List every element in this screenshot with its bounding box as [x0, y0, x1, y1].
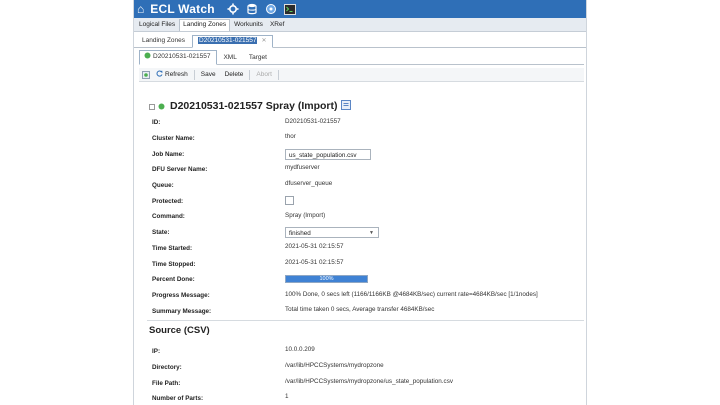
expand-icon[interactable]	[149, 97, 155, 115]
toolbar-divider	[277, 69, 279, 80]
job-name-input[interactable]: us_state_population.csv	[285, 149, 371, 160]
cluster-label: Cluster Name:	[152, 135, 195, 142]
progress-text: 100%	[319, 276, 334, 282]
status-ok-icon	[158, 97, 165, 115]
toolbar-divider	[193, 69, 195, 80]
title-row: D20210531-021557 Spray (Import)	[149, 97, 351, 115]
state-select[interactable]: finished ▼	[285, 227, 379, 238]
ip-label: IP:	[152, 348, 161, 355]
directory-label: Directory:	[152, 364, 182, 371]
close-icon[interactable]: ✕	[261, 38, 266, 44]
summary-message-value: Total time taken 0 secs, Average transfe…	[285, 306, 435, 313]
time-started-label: Time Started:	[152, 245, 193, 252]
status-ok-icon	[144, 52, 151, 62]
network-icon[interactable]	[265, 3, 278, 16]
toolbar-divider	[249, 69, 251, 80]
command-label: Command:	[152, 213, 185, 220]
gear-icon[interactable]	[227, 3, 240, 16]
database-icon[interactable]	[246, 3, 259, 16]
protected-checkbox[interactable]	[285, 196, 294, 205]
tab-workunit[interactable]: D20210531-021557 ✕	[192, 35, 273, 48]
page-title: D20210531-021557 Spray (Import)	[170, 100, 338, 112]
tab-summary[interactable]: D20210531-021557	[139, 50, 218, 65]
progress-message-value: 100% Done, 0 secs left (1166/1166KB @468…	[285, 291, 538, 298]
time-stopped-value: 2021-05-31 02:15:57	[285, 259, 344, 266]
job-name-label: Job Name:	[152, 151, 185, 158]
file-path-value: /var/lib/HPCCSystems/mydropzone/us_state…	[285, 378, 453, 385]
toolbar: Refresh Save Delete Abort	[139, 68, 584, 82]
state-value: finished	[289, 230, 311, 237]
top-tabs: Landing Zones D20210531-021557 ✕	[134, 35, 586, 48]
tab-target[interactable]: Target	[245, 53, 273, 64]
copy-icon[interactable]	[340, 97, 351, 115]
state-label: State:	[152, 229, 170, 236]
num-parts-label: Number of Parts:	[152, 395, 204, 402]
id-value: D20210531-021557	[285, 118, 341, 125]
section-divider	[147, 320, 584, 321]
home-icon[interactable]: ⌂	[137, 0, 144, 18]
tab-xml[interactable]: XML	[219, 53, 242, 64]
queue-value: dfuserver_queue	[285, 180, 333, 187]
ecl-watch-window: ⌂ ECL Watch Logical Files Landing Zones …	[133, 0, 587, 405]
top-header: ⌂ ECL Watch	[134, 0, 586, 18]
num-parts-value: 1	[285, 393, 289, 400]
id-label: ID:	[152, 119, 161, 126]
menu-xref[interactable]: XRef	[267, 20, 287, 31]
dfu-server-label: DFU Server Name:	[152, 166, 208, 173]
cluster-value: thor	[285, 133, 296, 140]
sub-tabs: D20210531-021557 XML Target	[139, 50, 584, 65]
command-value: Spray (Import)	[285, 212, 326, 219]
refresh-icon	[156, 69, 163, 80]
refresh-label: Refresh	[165, 70, 188, 78]
protected-label: Protected:	[152, 198, 184, 205]
abort-button[interactable]: Abort	[253, 70, 275, 80]
terminal-icon[interactable]	[284, 3, 297, 16]
file-path-label: File Path:	[152, 380, 181, 387]
queue-label: Queue:	[152, 182, 174, 189]
open-icon[interactable]	[142, 66, 150, 84]
percent-done-label: Percent Done:	[152, 276, 195, 283]
source-section-title: Source (CSV)	[149, 325, 210, 336]
chevron-down-icon: ▼	[369, 230, 374, 236]
menu-logical-files[interactable]: Logical Files	[136, 20, 178, 31]
app-title: ECL Watch	[150, 2, 215, 16]
save-button[interactable]: Save	[198, 70, 219, 80]
time-stopped-label: Time Stopped:	[152, 261, 196, 268]
main-menu: Logical Files Landing Zones Workunits XR…	[134, 18, 586, 32]
menu-landing-zones[interactable]: Landing Zones	[179, 19, 231, 31]
tab-landing-zones[interactable]: Landing Zones	[137, 36, 190, 47]
progress-bar: 100%	[285, 275, 368, 283]
menu-workunits[interactable]: Workunits	[231, 20, 266, 31]
refresh-button[interactable]: Refresh	[153, 69, 191, 81]
progress-message-label: Progress Message:	[152, 292, 210, 299]
dfu-server-value: mydfuserver	[285, 164, 320, 171]
tab-workunit-label: D20210531-021557	[198, 37, 258, 44]
summary-message-label: Summary Message:	[152, 308, 212, 315]
directory-value: /var/lib/HPCCSystems/mydropzone	[285, 362, 384, 369]
delete-button[interactable]: Delete	[222, 70, 247, 80]
ip-value: 10.0.0.209	[285, 346, 315, 353]
tab-summary-label: D20210531-021557	[153, 53, 211, 60]
time-started-value: 2021-05-31 02:15:57	[285, 243, 344, 250]
